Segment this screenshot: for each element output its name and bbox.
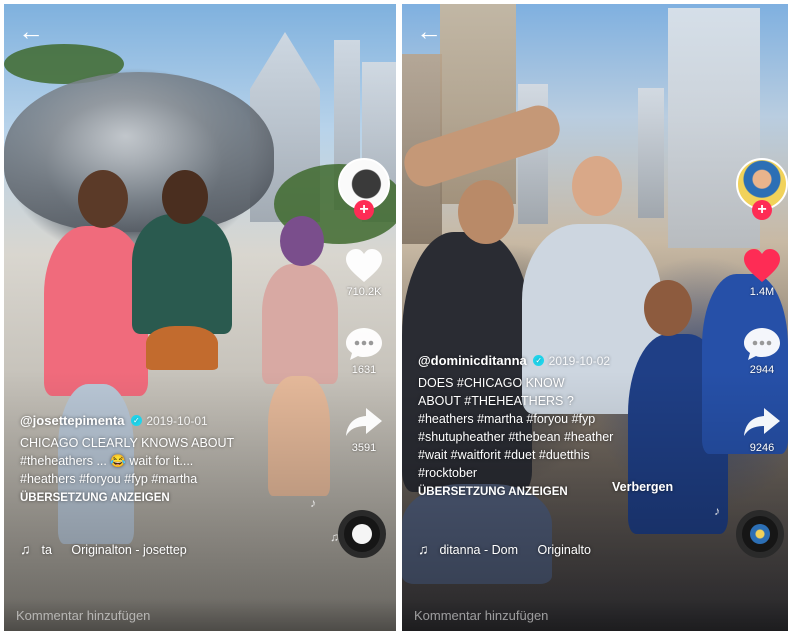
sound-disc[interactable]: [736, 510, 784, 558]
sound-info[interactable]: ♫ ditanna - Dom Originalto: [418, 541, 591, 557]
person-head: [280, 216, 324, 266]
share-count: 3591: [351, 442, 377, 454]
heart-icon: [346, 249, 382, 282]
sound-info[interactable]: ♫ ta Originalton - josettep: [20, 541, 187, 557]
person: [132, 214, 232, 334]
caption-text: CHICAGO CLEARLY KNOWS ABOUT #theheathers…: [20, 434, 320, 488]
video-screen-1: ← + 710.2K 1631 3591 @josettepimenta ✓ 2…: [4, 4, 396, 631]
comment-input[interactable]: Kommentar hinzufügen: [4, 599, 396, 631]
person-head: [458, 180, 514, 244]
caption-line: ABOUT #THEHEATHERS ?: [418, 394, 574, 408]
post-date: 2019-10-02: [548, 354, 611, 368]
share-button[interactable]: 3591: [334, 404, 394, 454]
video-frame[interactable]: [402, 4, 788, 631]
person: [262, 264, 338, 384]
heart-icon: [744, 249, 780, 282]
comment-button[interactable]: 1631: [334, 326, 394, 376]
caption-line: #heathers #martha #foryou #fyp: [418, 412, 596, 426]
share-icon: [744, 408, 780, 436]
caption-line: DOES #CHICAGO KNOW: [418, 376, 565, 390]
author-handle[interactable]: @josettepimenta: [20, 413, 124, 428]
person-head: [572, 156, 622, 216]
caption-line: #shutupheather #thebean #heather: [418, 430, 614, 444]
sound-author: ta: [41, 543, 52, 557]
person-head: [644, 280, 692, 336]
building: [638, 88, 664, 218]
plus-icon[interactable]: +: [752, 200, 772, 220]
caption-line: #wait #waitforit #duet #duetthis: [418, 448, 590, 462]
sound-author: ditanna - Dom: [439, 543, 518, 557]
show-translation-link[interactable]: ÜBERSETZUNG ANZEIGEN: [20, 492, 320, 504]
comment-input[interactable]: Kommentar hinzufügen: [402, 599, 788, 631]
comment-count: 1631: [351, 364, 377, 376]
person-head: [78, 170, 128, 228]
comment-count: 2944: [749, 364, 775, 376]
comment-icon: [346, 328, 382, 360]
plus-icon[interactable]: +: [354, 200, 374, 220]
building: [668, 8, 760, 248]
video-screen-2: ← + 1.4M 2944 9246 @dominicditanna ✓ 201…: [402, 4, 788, 631]
like-button[interactable]: 710.2K: [334, 248, 394, 298]
verified-icon: ✓: [130, 415, 142, 427]
video-caption: @dominicditanna ✓ 2019-10-02 DOES #CHICA…: [418, 352, 738, 498]
share-button[interactable]: 9246: [732, 404, 788, 454]
author-handle[interactable]: @dominicditanna: [418, 353, 527, 368]
music-note-icon: ♪: [310, 496, 316, 510]
music-note-icon: ♫: [418, 541, 429, 557]
back-arrow-icon[interactable]: ←: [416, 18, 442, 46]
creator-avatar[interactable]: +: [338, 158, 390, 220]
like-count: 1.4M: [749, 286, 775, 298]
caption-line: #theheathers ... 😂 wait for it....: [20, 454, 194, 468]
caption-line: #heathers #foryou #fyp #martha: [20, 472, 198, 486]
post-date: 2019-10-01: [146, 414, 208, 428]
share-count: 9246: [749, 442, 775, 454]
cloud-gate-sculpture: [4, 72, 274, 232]
music-note-icon: ♪: [714, 504, 720, 518]
disc-cover: [750, 524, 770, 544]
caption-line: #rocktober: [418, 466, 478, 480]
show-translation-link[interactable]: ÜBERSETZUNG ANZEIGEN: [418, 486, 738, 498]
caption-text: DOES #CHICAGO KNOW ABOUT #THEHEATHERS ? …: [418, 374, 738, 482]
verified-icon: ✓: [533, 355, 545, 367]
comment-button[interactable]: 2944: [732, 326, 788, 376]
sound-title: Originalto: [537, 543, 591, 557]
like-button[interactable]: 1.4M: [732, 248, 788, 298]
creator-avatar[interactable]: +: [736, 158, 788, 220]
back-arrow-icon[interactable]: ←: [18, 18, 44, 46]
person: [146, 326, 218, 370]
caption-line: CHICAGO CLEARLY KNOWS ABOUT: [20, 436, 235, 450]
music-note-icon: ♫: [20, 541, 31, 557]
share-icon: [346, 408, 382, 436]
person-head: [162, 170, 208, 224]
like-count: 710.2K: [346, 286, 382, 298]
hide-caption-button[interactable]: Verbergen: [612, 480, 673, 494]
video-caption: @josettepimenta ✓ 2019-10-01 CHICAGO CLE…: [20, 412, 320, 504]
sound-title: Originalton - josettep: [71, 543, 187, 557]
disc-cover: [352, 524, 372, 544]
comment-icon: [744, 328, 780, 360]
sound-disc[interactable]: [338, 510, 386, 558]
